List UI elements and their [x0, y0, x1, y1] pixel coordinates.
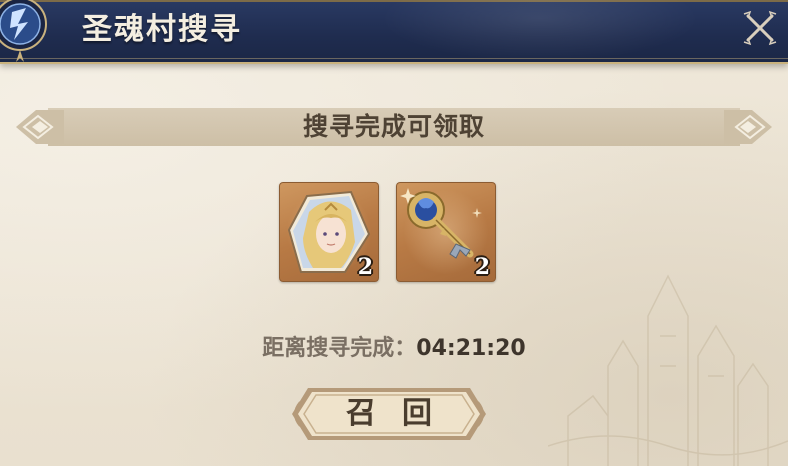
reward-item-key[interactable]: 2	[396, 182, 496, 282]
recall-label: 召回	[346, 396, 458, 431]
status-text: 搜寻完成可领取	[302, 112, 485, 141]
countdown-label: 距离搜寻完成：	[262, 336, 417, 361]
reward-count: 2	[357, 254, 373, 280]
expedition-panel: 圣魂村搜寻 搜寻完成可领取 2 2 距离搜寻完成：04:21:20 召回	[0, 0, 788, 466]
status-banner: 搜寻完成可领取	[14, 104, 774, 150]
reward-count: 2	[474, 254, 490, 280]
reward-item-character[interactable]: 2	[279, 182, 379, 282]
recall-button[interactable]: 召回	[286, 382, 492, 446]
countdown-value: 04:21:20	[416, 336, 526, 361]
page-title: 圣魂村搜寻	[82, 12, 242, 47]
close-button[interactable]	[740, 8, 780, 48]
countdown: 距离搜寻完成：04:21:20	[0, 333, 788, 365]
title-bar: 圣魂村搜寻	[0, 0, 788, 64]
emblem-icon	[0, 0, 47, 62]
close-icon	[743, 10, 777, 46]
